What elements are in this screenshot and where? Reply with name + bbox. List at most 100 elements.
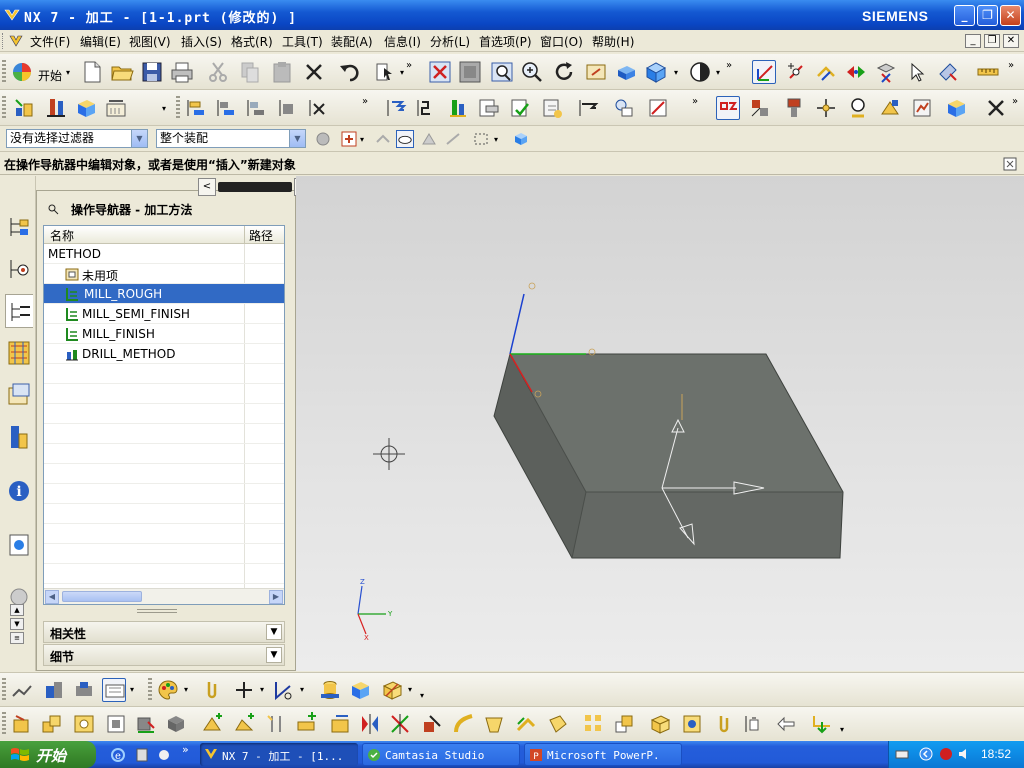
- toolbar-grip[interactable]: [2, 678, 6, 702]
- keyboard-icon[interactable]: [895, 747, 909, 761]
- cut-icon[interactable]: [206, 60, 230, 84]
- geometry-view-icon[interactable]: [244, 96, 268, 120]
- menu-help[interactable]: 帮助(H): [592, 33, 634, 50]
- transform-icon[interactable]: [420, 712, 444, 736]
- rectangle-select-icon[interactable]: [472, 130, 490, 148]
- curve-dropdown-arrow[interactable]: ▾: [300, 685, 306, 694]
- simplify-body-icon[interactable]: [774, 712, 798, 736]
- chevron-down-icon[interactable]: ▼: [266, 647, 282, 663]
- analysis-color-icon[interactable]: [156, 678, 180, 702]
- close-button[interactable]: ✕: [1000, 5, 1021, 26]
- doc-minimize-button[interactable]: _: [965, 34, 981, 48]
- subtract-icon[interactable]: [72, 712, 96, 736]
- utility-toolbar-overflow-chevron[interactable]: »: [1008, 60, 1014, 71]
- menu-view[interactable]: 视图(V): [129, 33, 171, 50]
- link-body-icon[interactable]: [712, 712, 736, 736]
- graphics-window[interactable]: Z Y X: [296, 176, 1024, 671]
- shell-icon[interactable]: [328, 712, 352, 736]
- nx-doc-icon[interactable]: [8, 33, 24, 49]
- post-process-icon[interactable]: [446, 96, 470, 120]
- deselect-icon[interactable]: [936, 60, 960, 84]
- web-browser-tab[interactable]: [5, 528, 33, 562]
- toolbar-options-arrow[interactable]: ▾: [420, 691, 426, 700]
- machine-tool-view-icon[interactable]: [214, 96, 238, 120]
- thicken-icon[interactable]: [514, 712, 538, 736]
- zoom-icon[interactable]: [520, 60, 544, 84]
- quick-launch-chevron[interactable]: »: [182, 743, 189, 756]
- wcs-display-icon[interactable]: [874, 60, 898, 84]
- blank-object-icon[interactable]: [380, 678, 404, 702]
- toolbar-grip[interactable]: [2, 96, 6, 120]
- menu-edit[interactable]: 编辑(E): [80, 33, 121, 50]
- select-arrow-icon[interactable]: [906, 60, 930, 84]
- generate-toolpath-icon[interactable]: [306, 96, 330, 120]
- pin-icon[interactable]: [47, 203, 59, 215]
- scope-filter-drop-arrow[interactable]: ▼: [289, 130, 305, 147]
- taskbar-item-camtasia[interactable]: Camtasia Studio: [362, 743, 520, 766]
- operation-toolbar-overflow-chevron[interactable]: »: [692, 96, 698, 107]
- chevron-down-icon[interactable]: ▼: [266, 624, 282, 640]
- point-icon[interactable]: [232, 678, 256, 702]
- point-dropdown-arrow[interactable]: ▾: [260, 685, 266, 694]
- repeat-command-icon[interactable]: [374, 60, 398, 84]
- tree-row-mill-semi-finish[interactable]: MILL_SEMI_FINISH: [44, 304, 284, 324]
- attach-icon[interactable]: [200, 678, 224, 702]
- create-geometry-icon[interactable]: [74, 96, 98, 120]
- export-icon[interactable]: [810, 712, 834, 736]
- snap-point-icon[interactable]: [340, 130, 358, 148]
- type-filter-drop-arrow[interactable]: ▼: [131, 130, 147, 147]
- sketch-icon[interactable]: [10, 678, 34, 702]
- view-toolbar-overflow-chevron[interactable]: »: [362, 96, 368, 107]
- operation-navigator-tab[interactable]: [5, 294, 33, 328]
- collision-check-icon[interactable]: [878, 96, 902, 120]
- toolbar-grip[interactable]: [148, 678, 152, 702]
- fit-view-icon[interactable]: [428, 60, 452, 84]
- program-order-view-icon[interactable]: [184, 96, 208, 120]
- doc-restore-button[interactable]: ❐: [984, 34, 1000, 48]
- trim-body-icon[interactable]: [134, 712, 158, 736]
- output-cls-icon[interactable]: [508, 96, 532, 120]
- blank-dropdown-arrow[interactable]: ▾: [408, 685, 414, 694]
- wcs-dynamic-icon[interactable]: [752, 60, 776, 84]
- gouge-check-icon[interactable]: [846, 96, 870, 120]
- offset-face-icon[interactable]: [388, 712, 412, 736]
- list-objects-icon[interactable]: [944, 96, 968, 120]
- wcs-orient-icon[interactable]: [844, 60, 868, 84]
- mirror-body-icon[interactable]: [358, 712, 382, 736]
- menubar-grip[interactable]: [2, 33, 5, 49]
- reuse-library-tab[interactable]: [5, 378, 33, 412]
- wcs-origin-icon[interactable]: [784, 60, 808, 84]
- open-folder-icon[interactable]: [110, 60, 134, 84]
- create-method-icon[interactable]: [104, 96, 128, 120]
- delete-icon[interactable]: [302, 60, 326, 84]
- datum-plane-icon[interactable]: [102, 678, 126, 702]
- cam-toolbar-overflow-chevron[interactable]: »: [1012, 96, 1018, 107]
- toolbar-overflow-chevron[interactable]: »: [406, 60, 412, 71]
- paste-icon[interactable]: [270, 60, 294, 84]
- scroll-right-button[interactable]: ▶: [269, 590, 283, 604]
- pattern-feature-icon[interactable]: [582, 712, 606, 736]
- select-edge-icon[interactable]: [444, 130, 462, 148]
- toolbar-grip[interactable]: [2, 712, 6, 736]
- menu-insert[interactable]: 插入(S): [181, 33, 222, 50]
- save-icon[interactable]: [140, 60, 164, 84]
- rotate-icon[interactable]: [552, 60, 576, 84]
- menu-assembly[interactable]: 装配(A): [331, 33, 373, 50]
- menu-preferences[interactable]: 首选项(P): [479, 33, 532, 50]
- chamfer-icon[interactable]: [232, 712, 256, 736]
- zoom-window-icon[interactable]: [458, 60, 482, 84]
- background-icon[interactable]: [688, 60, 712, 84]
- reset-filter-icon[interactable]: [314, 130, 332, 148]
- cue-expand-icon[interactable]: [1002, 156, 1018, 172]
- wcs-rotate-icon[interactable]: [814, 60, 838, 84]
- details-section[interactable]: 细节 ▼: [43, 644, 285, 666]
- column-path-header[interactable]: 路径: [249, 227, 273, 244]
- cylinder-icon[interactable]: [318, 678, 342, 702]
- tray-chevron-icon[interactable]: [919, 747, 933, 761]
- tool-path-list-icon[interactable]: [576, 96, 600, 120]
- intersect-icon[interactable]: [104, 712, 128, 736]
- doc-close-button[interactable]: ✕: [1003, 34, 1019, 48]
- history-tab[interactable]: [5, 420, 33, 454]
- material-dialog-icon[interactable]: [646, 96, 670, 120]
- toolbar-grip[interactable]: [2, 60, 6, 84]
